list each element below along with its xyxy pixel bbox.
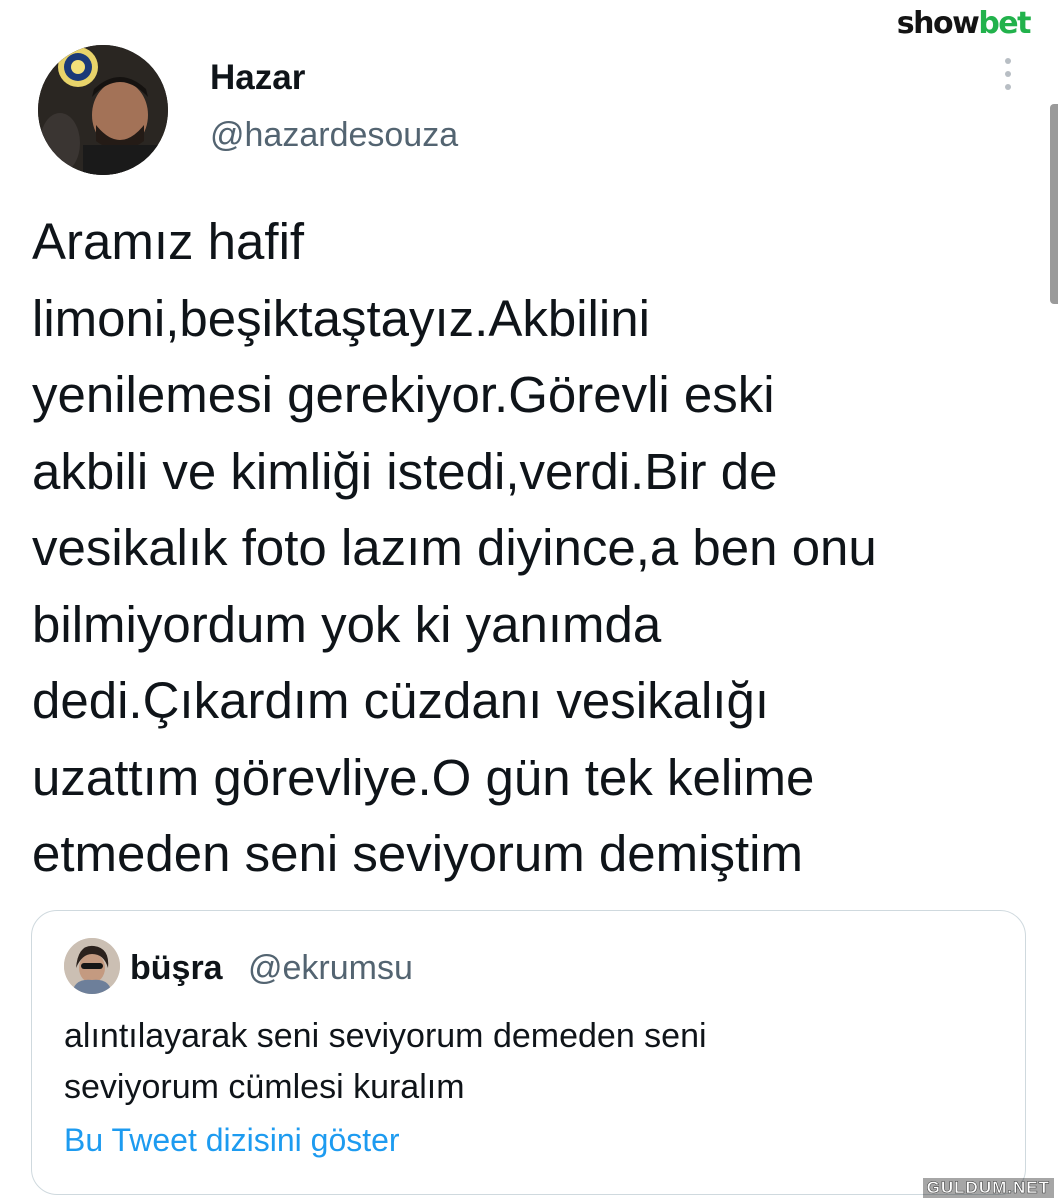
quoted-author-avatar[interactable] (64, 938, 120, 994)
quoted-line: alıntılayarak seni seviyorum demeden sen… (64, 1017, 707, 1055)
tweet-line: uzattım görevliye.O gün tek kelime (32, 748, 815, 806)
quoted-author-name[interactable]: büşra (130, 949, 223, 988)
quoted-tweet-text: alıntılayarak seni seviyorum demeden sen… (64, 1011, 1004, 1113)
quoted-tweet-card[interactable]: büşra @ekrumsu alıntılayarak seni seviyo… (31, 910, 1026, 1195)
tweet-line: bilmiyordum yok ki yanımda (32, 595, 662, 653)
logo-show: show (896, 6, 980, 41)
tweet-line: etmeden seni seviyorum demiştim (32, 825, 803, 882)
tweet-line: Aramız hafif (32, 213, 305, 270)
tweet-text: Aramız hafif limoni,beşiktaştayız.Akbili… (32, 204, 1032, 893)
show-thread-link[interactable]: Bu Tweet dizisini göster (64, 1122, 400, 1159)
scrollbar[interactable] (1050, 104, 1058, 304)
tweet-line: dedi.Çıkardım cüzdanı vesikalığı (32, 672, 770, 729)
author-avatar[interactable] (38, 45, 168, 175)
more-options-icon[interactable] (1002, 58, 1014, 94)
tweet-line: limoni,beşiktaştayız.Akbilini (32, 289, 650, 347)
tweet-line: akbili ve kimliği istedi,verdi.Bir de (32, 442, 778, 500)
quoted-line: seviyorum cümlesi kuralım (64, 1068, 465, 1106)
logo-bet: bet (978, 6, 1031, 41)
tweet-line: vesikalık foto lazım diyince,a ben onu (32, 519, 877, 576)
showbet-logo: showbet (896, 6, 1032, 41)
watermark: GULDUM.NET (922, 1178, 1054, 1198)
tweet-line: yenilemesi gerekiyor.Görevli eski (32, 366, 775, 423)
quoted-author-handle[interactable]: @ekrumsu (248, 949, 413, 988)
author-handle[interactable]: @hazardesouza (210, 116, 458, 155)
author-name[interactable]: Hazar (210, 58, 305, 98)
